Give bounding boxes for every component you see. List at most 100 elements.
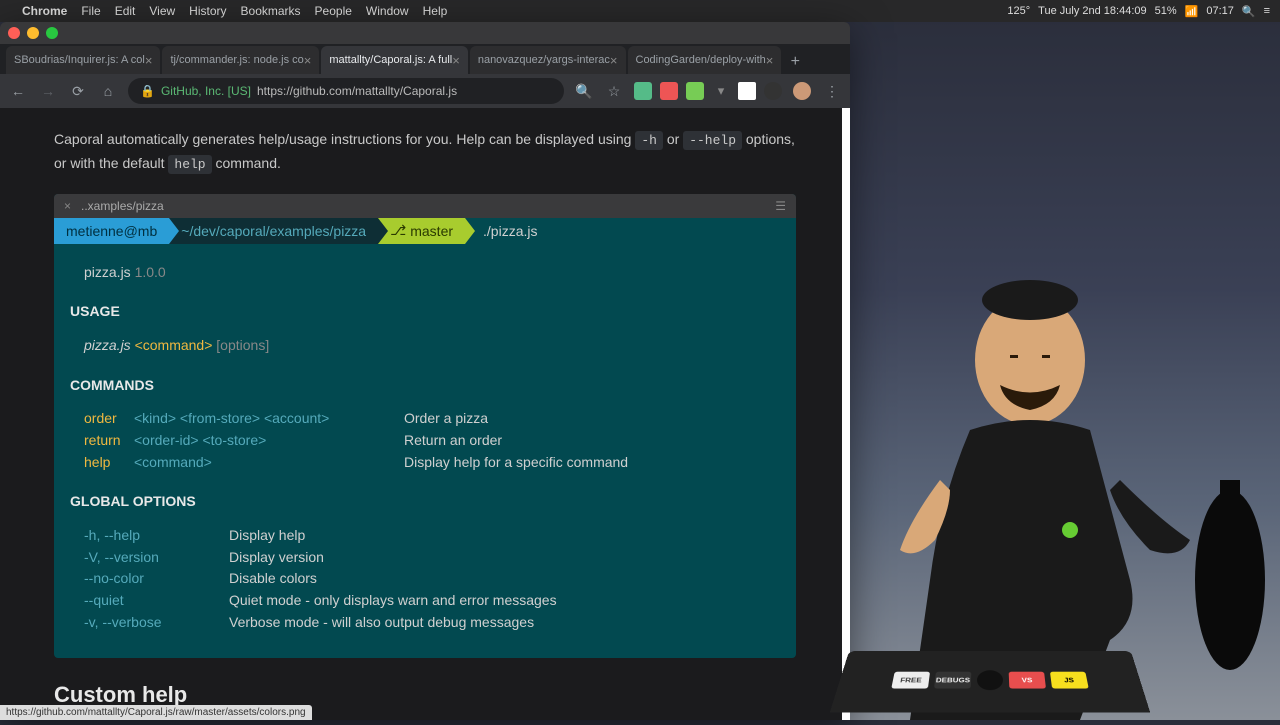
terminal-prompt: metienne@mb ~/dev/caporal/examples/pizza… (54, 218, 796, 244)
close-tab-icon[interactable]: × (452, 53, 460, 68)
code-help-flag: --help (683, 131, 742, 150)
option-desc: Disable colors (229, 568, 317, 590)
terminal-header: × ..xamples/pizza ☰ (54, 194, 796, 218)
option-flag: -v, --verbose (84, 612, 229, 634)
intro-text: command. (216, 155, 281, 171)
terminal-tab-title: ..xamples/pizza (81, 199, 164, 213)
menu-help[interactable]: Help (423, 4, 448, 18)
tab-inquirer[interactable]: SBoudrias/Inquirer.js: A col× (6, 46, 160, 74)
option-flag: -V, --version (84, 547, 229, 569)
url-bar[interactable]: 🔒 GitHub, Inc. [US] https://github.com/m… (128, 78, 564, 104)
command-name: order (84, 408, 134, 430)
search-icon[interactable]: 🔍 (1242, 5, 1256, 18)
intro-text: or (667, 131, 683, 147)
option-desc: Verbose mode - will also output debug me… (229, 612, 534, 634)
temperature-indicator[interactable]: 125° (1007, 5, 1030, 17)
star-icon[interactable]: ☆ (604, 81, 624, 101)
option-flag: -h, --help (84, 525, 229, 547)
command-row: return<order-id> <to-store>Return an ord… (70, 430, 780, 452)
forward-button[interactable]: → (38, 81, 58, 101)
minimize-window-button[interactable] (27, 27, 39, 39)
option-desc: Display help (229, 525, 305, 547)
wifi-icon[interactable]: 📶 (1185, 5, 1199, 18)
usage-exe: pizza.js (84, 337, 131, 353)
app-name[interactable]: Chrome (22, 4, 67, 18)
extension-icon[interactable] (660, 82, 678, 100)
cli-version: 1.0.0 (135, 264, 166, 280)
code-h-flag: -h (635, 131, 663, 150)
menu-view[interactable]: View (149, 4, 175, 18)
webcam-overlay (850, 200, 1280, 720)
tab-label: nanovazquez/yargs-interac (478, 54, 610, 66)
extension-icon[interactable] (686, 82, 704, 100)
close-window-button[interactable] (8, 27, 20, 39)
command-args: <command> (134, 452, 404, 474)
sticker: FREE (891, 672, 930, 689)
address-bar: ← → ⟳ ⌂ 🔒 GitHub, Inc. [US] https://gith… (0, 74, 850, 108)
intro-paragraph: Caporal automatically generates help/usa… (54, 128, 796, 176)
code-help-cmd: help (168, 155, 211, 174)
profile-avatar[interactable] (792, 81, 812, 101)
menu-window[interactable]: Window (366, 4, 409, 18)
command-desc: Order a pizza (404, 408, 488, 430)
close-tab-icon[interactable]: × (304, 53, 312, 68)
menu-bookmarks[interactable]: Bookmarks (241, 4, 301, 18)
command-args: <kind> <from-store> <account> (134, 408, 404, 430)
heading-custom-help: Custom help (54, 682, 796, 708)
extension-icon[interactable]: ▾ (712, 82, 730, 100)
sticker: DEBUGS (934, 672, 971, 689)
menu-icon[interactable]: ⋮ (822, 81, 842, 101)
tab-commander[interactable]: tj/commander.js: node.js co× (162, 46, 319, 74)
menu-file[interactable]: File (81, 4, 100, 18)
tab-codinggarden[interactable]: CodingGarden/deploy-with× (628, 46, 782, 74)
option-row: -h, --helpDisplay help (70, 525, 780, 547)
extension-icon[interactable] (738, 82, 756, 100)
lock-icon: 🔒 (140, 84, 155, 98)
close-tab-icon[interactable]: × (610, 53, 618, 68)
page-edge (842, 108, 850, 720)
menu-history[interactable]: History (189, 4, 226, 18)
page-content[interactable]: Caporal automatically generates help/usa… (0, 108, 850, 720)
home-button[interactable]: ⌂ (98, 81, 118, 101)
laptop-stickers: FREE DEBUGS VS JS (830, 651, 1151, 713)
battery-indicator[interactable]: 51% (1155, 5, 1177, 17)
reload-button[interactable]: ⟳ (68, 81, 88, 101)
clock[interactable]: 07:17 (1206, 5, 1234, 17)
date-time[interactable]: Tue July 2nd 18:44:09 (1038, 5, 1146, 17)
extensions: ▾ (634, 82, 782, 100)
close-tab-icon[interactable]: × (145, 53, 153, 68)
command-args: <order-id> <to-store> (134, 430, 404, 452)
extension-icon[interactable] (764, 82, 782, 100)
extension-icon[interactable] (634, 82, 652, 100)
tab-yargs[interactable]: nanovazquez/yargs-interac× (470, 46, 626, 74)
macos-menubar: Chrome File Edit View History Bookmarks … (0, 0, 1280, 22)
section-usage: USAGE (70, 301, 780, 323)
option-desc: Display version (229, 547, 324, 569)
terminal-close-icon: × (64, 199, 71, 213)
tab-label: SBoudrias/Inquirer.js: A col (14, 54, 145, 66)
control-center-icon[interactable]: ≡ (1264, 5, 1270, 17)
prompt-branch: ⎇master (378, 218, 465, 244)
section-commands: COMMANDS (70, 375, 780, 397)
command-name: help (84, 452, 134, 474)
maximize-window-button[interactable] (46, 27, 58, 39)
search-page-icon[interactable]: 🔍 (574, 81, 594, 101)
new-tab-button[interactable]: + (783, 50, 807, 74)
option-flag: --no-color (84, 568, 229, 590)
prompt-path: ~/dev/caporal/examples/pizza (169, 218, 378, 244)
section-global-options: GLOBAL OPTIONS (70, 491, 780, 513)
tab-caporal[interactable]: mattallty/Caporal.js: A full× (321, 46, 467, 74)
sticker: JS (1050, 672, 1089, 689)
command-desc: Display help for a specific command (404, 452, 628, 474)
back-button[interactable]: ← (8, 81, 28, 101)
tab-label: mattallty/Caporal.js: A full (329, 54, 452, 66)
option-row: -V, --versionDisplay version (70, 547, 780, 569)
prompt-user: metienne@mb (54, 218, 169, 244)
menu-people[interactable]: People (315, 4, 352, 18)
close-tab-icon[interactable]: × (766, 53, 774, 68)
menu-edit[interactable]: Edit (115, 4, 136, 18)
command-name: return (84, 430, 134, 452)
command-row: help<command>Display help for a specific… (70, 452, 780, 474)
tab-strip: SBoudrias/Inquirer.js: A col× tj/command… (0, 44, 850, 74)
cli-name: pizza.js (84, 264, 131, 280)
